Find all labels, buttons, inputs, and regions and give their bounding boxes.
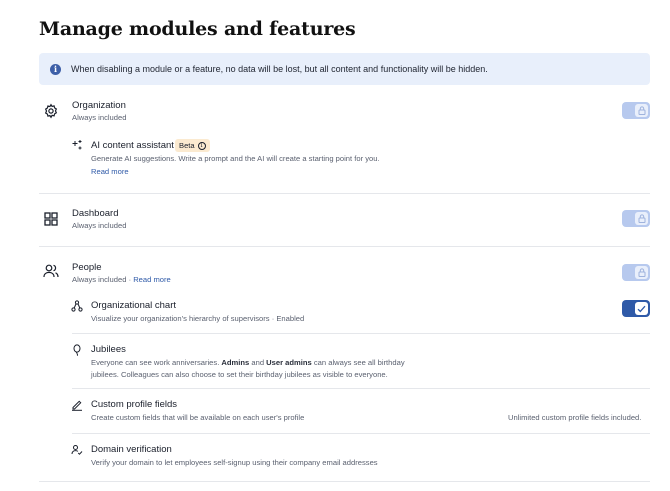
- pencil-icon: [71, 399, 83, 411]
- module-subtitle-people: Always included · Read more: [72, 274, 171, 286]
- module-subtitle-dashboard: Always included: [72, 221, 127, 230]
- feature-title-ai: AI content assistant: [91, 140, 174, 151]
- divider: [39, 193, 650, 194]
- desc-text: and: [249, 358, 267, 367]
- lock-icon: [635, 266, 648, 279]
- page-title: Manage modules and features: [39, 18, 356, 40]
- lock-icon: [635, 104, 648, 117]
- divider: [72, 333, 650, 334]
- divider: [72, 433, 650, 434]
- beta-badge[interactable]: Beta i: [175, 139, 210, 152]
- module-subtitle-organization: Always included: [72, 113, 127, 122]
- feature-desc-ai: Generate AI suggestions. Write a prompt …: [91, 154, 380, 163]
- feature-title-jubilees: Jubilees: [91, 344, 126, 355]
- feature-desc-jubilees-line2: jubilees. Colleagues can also choose to …: [91, 370, 388, 379]
- custom-fields-note: Unlimited custom profile fields included…: [508, 413, 642, 422]
- dashboard-grid-icon: [44, 212, 58, 226]
- info-banner: i When disabling a module or a feature, …: [39, 53, 650, 85]
- desc-text: can always see all birthday: [311, 358, 405, 367]
- divider: [72, 388, 650, 389]
- gear-icon: [43, 103, 59, 119]
- feature-desc-domain: Verify your domain to let employees self…: [91, 458, 378, 467]
- user-check-icon: [71, 444, 83, 456]
- toggle-organization[interactable]: [622, 102, 650, 119]
- people-icon: [43, 264, 59, 278]
- info-banner-text: When disabling a module or a feature, no…: [71, 64, 488, 74]
- desc-text: Everyone can see work anniversaries.: [91, 358, 222, 367]
- module-title-organization: Organization: [72, 100, 126, 111]
- info-icon: i: [50, 63, 61, 75]
- module-title-dashboard: Dashboard: [72, 208, 119, 219]
- lock-icon: [635, 212, 648, 225]
- feature-desc-jubilees-line1: Everyone can see work anniversaries. Adm…: [91, 357, 405, 369]
- balloon-icon: [71, 344, 83, 356]
- beta-badge-label: Beta: [179, 141, 195, 150]
- toggle-dashboard[interactable]: [622, 210, 650, 227]
- feature-desc-custom-fields: Create custom fields that will be availa…: [91, 413, 305, 422]
- feature-desc-org-chart: Visualize your organization's hierarchy …: [91, 314, 305, 323]
- org-chart-icon: [71, 300, 83, 312]
- module-title-people: People: [72, 262, 102, 273]
- feature-title-custom-fields: Custom profile fields: [91, 399, 178, 410]
- feature-title-org-chart: Organizational chart: [91, 300, 177, 311]
- divider: [39, 481, 650, 482]
- sparkle-icon: [71, 139, 83, 151]
- people-subtitle-text: Always included: [72, 275, 127, 284]
- divider: [39, 246, 650, 247]
- desc-bold-user-admins: User admins: [266, 358, 312, 367]
- toggle-org-chart[interactable]: [622, 300, 650, 317]
- info-circle-icon: i: [197, 141, 206, 150]
- toggle-people[interactable]: [622, 264, 650, 281]
- check-icon: [635, 302, 648, 315]
- feature-title-domain: Domain verification: [91, 444, 172, 455]
- desc-bold-admins: Admins: [221, 358, 250, 367]
- read-more-link-ai[interactable]: Read more: [91, 166, 129, 178]
- read-more-link-people[interactable]: Read more: [133, 275, 171, 284]
